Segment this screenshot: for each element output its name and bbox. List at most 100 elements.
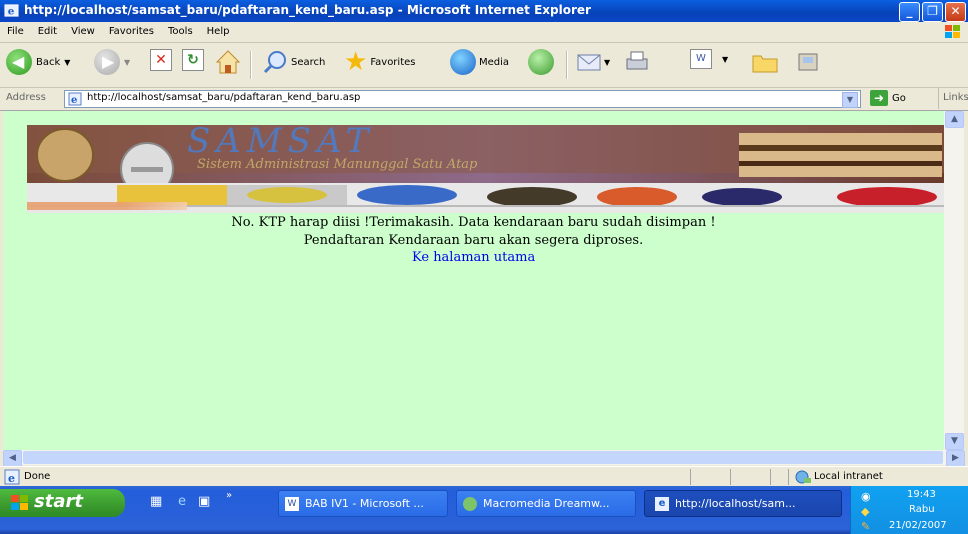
- banner-strip: [27, 202, 187, 210]
- menu-tools[interactable]: Tools: [161, 22, 200, 42]
- forward-button[interactable]: ▶ ▼: [94, 49, 130, 75]
- system-tray: ◉ ◆ ✎ 19:43 Rabu 21/02/2007: [850, 486, 968, 534]
- history-button[interactable]: [528, 49, 554, 75]
- svg-text:e: e: [8, 5, 15, 17]
- start-label: start: [34, 491, 83, 512]
- search-icon: [263, 51, 286, 74]
- word-icon: W: [285, 497, 299, 511]
- zone-text: Local intranet: [814, 471, 883, 482]
- task-browser[interactable]: e http://localhost/sam...: [644, 490, 842, 517]
- word-edit-icon: W: [690, 49, 712, 69]
- horizontal-scrollbar[interactable]: ◀ ▶: [3, 450, 965, 467]
- clock-date[interactable]: 21/02/2007: [889, 520, 947, 531]
- scroll-left-icon[interactable]: ◀: [3, 450, 22, 467]
- quicklaunch-ie-icon[interactable]: e: [178, 494, 186, 509]
- history-icon: [528, 49, 554, 75]
- address-input[interactable]: e http://localhost/samsat_baru/pdaftaran…: [64, 90, 861, 108]
- samsat-banner: SAMSAT Sistem Administrasi Manunggal Sat…: [27, 125, 944, 213]
- dreamweaver-icon: [463, 497, 477, 511]
- messenger-button[interactable]: [796, 49, 822, 75]
- print-icon: [626, 51, 648, 70]
- messenger-icon: [798, 53, 818, 71]
- toolbar: ◀ Back ▼ ▶ ▼ ✕ ↻ Search ★ Favorites Medi…: [0, 43, 968, 88]
- windows-flag-icon: [11, 495, 28, 510]
- home-button[interactable]: [214, 49, 242, 75]
- media-icon: [450, 49, 476, 75]
- edit-button[interactable]: W ▼: [690, 49, 728, 69]
- home-icon: [215, 50, 241, 74]
- clock-time[interactable]: 19:43: [907, 489, 936, 500]
- address-url: http://localhost/samsat_baru/pdaftaran_k…: [87, 92, 361, 103]
- search-button[interactable]: Search: [262, 49, 325, 75]
- scroll-thumb[interactable]: [23, 451, 943, 464]
- banner-graphic: [27, 125, 944, 213]
- window-title: http://localhost/samsat_baru/pdaftaran_k…: [24, 3, 591, 17]
- scroll-up-icon[interactable]: ▲: [945, 111, 964, 128]
- stop-button[interactable]: ✕: [150, 49, 172, 71]
- forward-dropdown-icon[interactable]: ▼: [124, 58, 130, 67]
- intranet-icon: [795, 470, 811, 484]
- back-button[interactable]: ◀ Back ▼: [6, 49, 70, 75]
- media-button[interactable]: Media: [450, 49, 509, 75]
- task-dreamweaver[interactable]: Macromedia Dreamw...: [456, 490, 636, 517]
- windows-logo-icon: [945, 25, 960, 38]
- folder-button[interactable]: [750, 49, 780, 75]
- mail-button[interactable]: ▼: [576, 49, 610, 75]
- scroll-right-icon[interactable]: ▶: [946, 450, 965, 467]
- menu-bar: File Edit View Favorites Tools Help: [0, 22, 968, 43]
- quicklaunch-more-icon[interactable]: »: [226, 490, 232, 501]
- vertical-scrollbar[interactable]: ▲ ▼: [944, 111, 964, 450]
- task-word[interactable]: W BAB IV1 - Microsoft ...: [278, 490, 448, 517]
- quicklaunch-desktop-icon[interactable]: ▦: [150, 494, 162, 509]
- svg-text:e: e: [8, 472, 15, 485]
- message-processing: Pendaftaran Kendaraan baru akan segera d…: [303, 233, 644, 248]
- links-toolbar[interactable]: Links: [943, 92, 968, 103]
- scroll-down-icon[interactable]: ▼: [945, 433, 964, 450]
- banner-title: SAMSAT: [187, 125, 375, 161]
- status-bar: e Done Local intranet: [0, 466, 968, 487]
- address-dropdown-icon[interactable]: ▼: [842, 92, 858, 108]
- svg-text:e: e: [71, 95, 77, 106]
- menu-favorites[interactable]: Favorites: [102, 22, 161, 42]
- mail-dropdown-icon[interactable]: ▼: [604, 58, 610, 67]
- browser-task-icon: e: [655, 497, 669, 511]
- refresh-icon: ↻: [182, 49, 204, 71]
- go-arrow-icon: ➜: [870, 90, 888, 106]
- address-bar: Address e http://localhost/samsat_baru/p…: [0, 88, 968, 111]
- star-icon: ★: [344, 47, 368, 77]
- tray-app-icon[interactable]: ◆: [861, 505, 869, 518]
- status-text: Done: [24, 471, 51, 482]
- menu-file[interactable]: File: [0, 22, 31, 42]
- start-button[interactable]: start: [0, 489, 125, 517]
- page-icon: e: [68, 92, 82, 106]
- back-dropdown-icon[interactable]: ▼: [64, 58, 70, 67]
- close-button[interactable]: ✕: [945, 2, 966, 22]
- tray-tool-icon[interactable]: ✎: [861, 520, 870, 533]
- mail-icon: [577, 54, 601, 71]
- menu-view[interactable]: View: [64, 22, 102, 42]
- ie-page-icon: e: [4, 469, 20, 485]
- taskbar: start ▦ e ▣ » W BAB IV1 - Microsoft ... M…: [0, 486, 968, 534]
- clock-day[interactable]: Rabu: [909, 504, 935, 515]
- minimize-button[interactable]: _: [899, 2, 920, 22]
- forward-arrow-icon: ▶: [94, 49, 120, 75]
- home-link[interactable]: Ke halaman utama: [412, 250, 535, 265]
- back-arrow-icon: ◀: [6, 49, 32, 75]
- edit-dropdown-icon[interactable]: ▼: [722, 55, 728, 64]
- title-bar[interactable]: e http://localhost/samsat_baru/pdaftaran…: [0, 0, 968, 22]
- go-button[interactable]: ➜ Go: [870, 90, 906, 106]
- address-label: Address: [6, 92, 46, 103]
- quicklaunch-media-icon[interactable]: ▣: [198, 494, 210, 509]
- ie-icon: e: [4, 4, 19, 17]
- favorites-button[interactable]: ★ Favorites: [344, 49, 415, 75]
- network-icon[interactable]: ◉: [861, 490, 871, 503]
- menu-help[interactable]: Help: [200, 22, 237, 42]
- message-saved: No. KTP harap diisi !Terimakasih. Data k…: [231, 215, 716, 230]
- restore-button[interactable]: ❐: [922, 2, 943, 22]
- print-button[interactable]: [624, 49, 650, 75]
- stop-icon: ✕: [150, 49, 172, 71]
- refresh-button[interactable]: ↻: [182, 49, 204, 71]
- page-content: SAMSAT Sistem Administrasi Manunggal Sat…: [3, 111, 944, 450]
- menu-edit[interactable]: Edit: [31, 22, 64, 42]
- banner-subtitle: Sistem Administrasi Manunggal Satu Atap: [197, 157, 478, 172]
